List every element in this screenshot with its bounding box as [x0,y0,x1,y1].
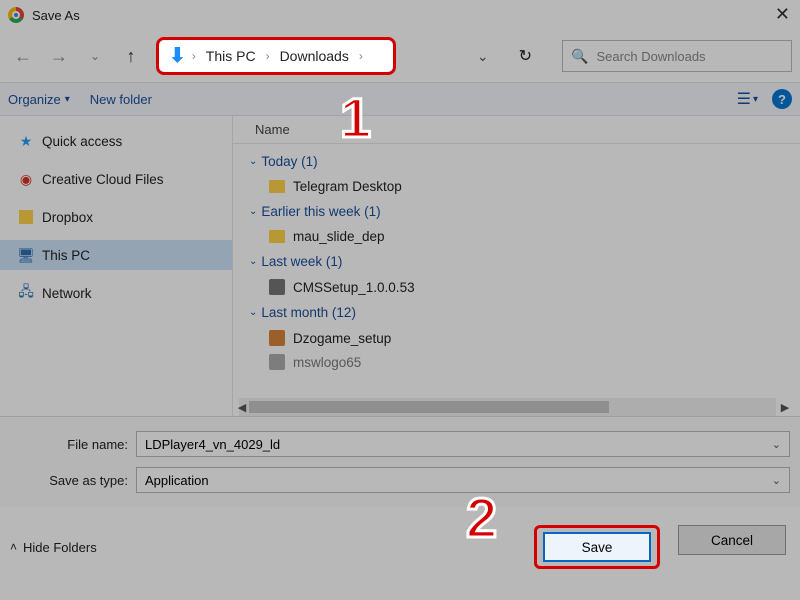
application-icon [269,279,285,295]
main-area: ★ Quick access ◉ Creative Cloud Files Dr… [0,116,800,416]
save-type-value: Application [145,473,209,488]
chevron-right-icon: › [266,49,270,63]
sidebar-item-this-pc[interactable]: 🖥 This PC [0,240,232,270]
up-button[interactable]: ↑ [116,41,146,71]
list-item[interactable]: Telegram Desktop [245,175,800,198]
group-last-month[interactable]: ⌄ Last month (12) [245,299,800,326]
search-input[interactable]: 🔍 Search Downloads [562,40,792,72]
list-item[interactable]: CMSSetup_1.0.0.53 [245,275,800,299]
group-today[interactable]: ⌄ Today (1) [245,148,800,175]
caret-down-icon[interactable]: ⌄ [772,474,781,487]
path-dropdown[interactable]: ⌄ [467,42,499,71]
group-last-week[interactable]: ⌄ Last week (1) [245,248,800,275]
horizontal-scrollbar[interactable]: ◀ ▶ [239,398,776,416]
folder-icon [269,230,285,243]
close-icon[interactable]: ✕ [775,4,790,25]
list-item[interactable]: Dzogame_setup [245,326,800,350]
scrollbar-thumb[interactable] [249,401,609,413]
caret-down-icon[interactable]: ⌄ [772,438,781,451]
installer-icon [269,330,285,346]
window-title: Save As [32,8,80,23]
column-header-name[interactable]: Name [233,116,800,144]
save-highlight: Save [534,525,660,569]
downloads-icon: ⬇ [169,46,186,66]
breadcrumb-downloads[interactable]: Downloads [276,46,353,66]
breadcrumb-this-pc[interactable]: This PC [202,46,260,66]
sidebar-item-label: This PC [42,248,90,263]
dropbox-icon [18,209,34,225]
search-icon: 🔍 [571,48,588,65]
save-form: File name: LDPlayer4_vn_4029_ld ⌄ Save a… [0,416,800,507]
file-label: CMSSetup_1.0.0.53 [293,280,415,295]
chevron-down-icon: ⌄ [249,307,257,318]
hide-folders-toggle[interactable]: ˄ Hide Folders [10,540,97,555]
creative-cloud-icon: ◉ [18,171,34,187]
help-icon[interactable]: ? [772,89,792,109]
this-pc-icon: 🖥 [18,247,34,263]
annotation-2: 2 [466,490,497,546]
forward-button[interactable]: → [44,41,74,71]
application-icon [269,354,285,370]
titlebar: Save As ✕ [0,0,800,30]
group-label: Last month (12) [261,305,356,320]
chevron-right-icon: › [359,49,363,63]
file-label: mau_slide_dep [293,229,385,244]
toolbar: Organize ▾ New folder ☰ ▾ ? [0,82,800,116]
star-icon: ★ [18,133,34,149]
organize-label: Organize [8,92,61,107]
list-item[interactable]: mau_slide_dep [245,225,800,248]
sidebar-item-quick-access[interactable]: ★ Quick access [0,126,232,156]
network-icon: 🖧 [18,285,34,301]
sidebar-item-label: Creative Cloud Files [42,172,164,187]
organize-menu[interactable]: Organize ▾ [8,92,70,107]
sidebar-item-label: Dropbox [42,210,93,225]
chevron-up-icon: ˄ [10,540,17,554]
chevron-down-icon: ⌄ [249,256,257,267]
sidebar-item-label: Network [42,286,92,301]
file-list: ⌄ Today (1) Telegram Desktop ⌄ Earlier thi… [233,144,800,374]
filename-value: LDPlayer4_vn_4029_ld [145,437,280,452]
breadcrumb[interactable]: ⬇ › This PC › Downloads › [156,37,396,75]
view-toggle[interactable]: ☰ ▾ [737,89,758,109]
chrome-icon [8,7,24,23]
folder-icon [269,180,285,193]
chevron-down-icon: ⌄ [249,156,257,167]
sidebar-item-network[interactable]: 🖧 Network [0,278,232,308]
group-label: Today (1) [261,154,317,169]
file-label: mswlogo65 [293,355,361,370]
cancel-button[interactable]: Cancel [678,525,786,555]
annotation-1: 1 [340,90,371,146]
new-folder-button[interactable]: New folder [90,92,152,107]
caret-down-icon: ▾ [65,94,70,105]
refresh-button[interactable]: ↻ [509,40,542,72]
sidebar-item-label: Quick access [42,134,122,149]
search-placeholder: Search Downloads [596,49,705,64]
save-button[interactable]: Save [543,532,651,562]
group-label: Last week (1) [261,254,342,269]
save-type-field[interactable]: Application ⌄ [136,467,790,493]
chevron-right-icon: › [192,49,196,63]
dialog-footer: ˄ Hide Folders Save Cancel [0,507,800,585]
group-earlier-week[interactable]: ⌄ Earlier this week (1) [245,198,800,225]
group-label: Earlier this week (1) [261,204,380,219]
chevron-down-icon: ⌄ [249,206,257,217]
filename-field[interactable]: LDPlayer4_vn_4029_ld ⌄ [136,431,790,457]
list-item[interactable]: mswlogo65 [245,350,800,374]
hide-folders-label: Hide Folders [23,540,97,555]
save-type-label: Save as type: [10,473,136,488]
sidebar-item-dropbox[interactable]: Dropbox [0,202,232,232]
scroll-right-icon[interactable]: ▶ [776,398,794,416]
sidebar: ★ Quick access ◉ Creative Cloud Files Dr… [0,116,232,416]
sidebar-item-creative-cloud[interactable]: ◉ Creative Cloud Files [0,164,232,194]
file-pane: Name ⌄ Today (1) Telegram Desktop ⌄ Earlie… [232,116,800,416]
filename-label: File name: [10,437,136,452]
recent-caret-icon[interactable]: ⌄ [80,41,110,71]
file-label: Telegram Desktop [293,179,402,194]
file-label: Dzogame_setup [293,331,391,346]
nav-row: ← → ⌄ ↑ ⬇ › This PC › Downloads › ⌄ ↻ 🔍 … [0,30,800,82]
back-button[interactable]: ← [8,41,38,71]
